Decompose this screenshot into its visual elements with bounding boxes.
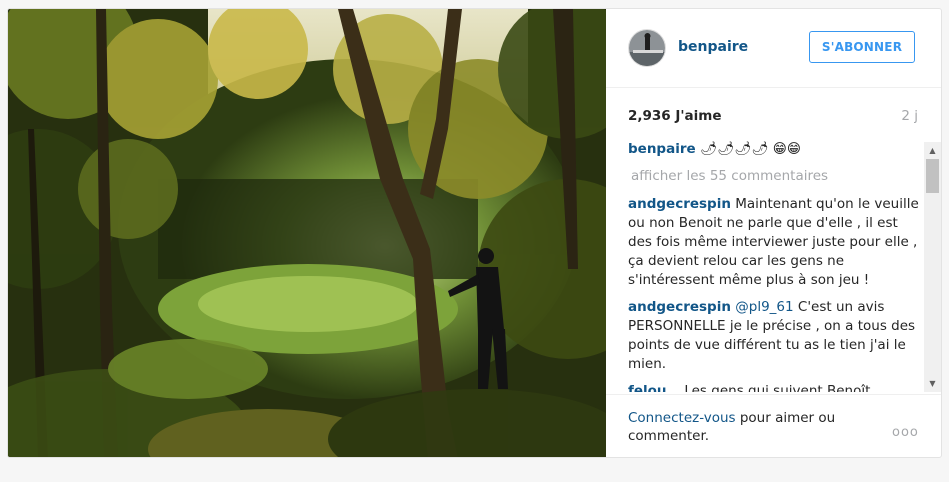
post-header: benpaire S'ABONNER [606,9,941,88]
forest-photo [8,9,606,457]
more-options-button[interactable]: ooo [892,425,919,440]
post-sidebar: benpaire S'ABONNER 2,936 J'aime 2 j benp… [606,9,941,457]
caption: benpaire 🌶🌶🌶🌶 😁😁 [628,140,924,159]
scroll-up-arrow-icon[interactable]: ▲ [924,142,941,159]
post-stats: 2,936 J'aime 2 j [628,108,918,128]
follow-button[interactable]: S'ABONNER [809,31,915,63]
comment-item: felou__ Les gens qui suivent Benoît [628,382,924,392]
comment-item: andgecrespin @pl9_61 C'est un avis PERSO… [628,298,924,374]
login-link[interactable]: Connectez-vous [628,410,736,426]
comment-username[interactable]: andgecrespin [628,299,731,315]
post-footer: Connectez-vous pour aimer ou commenter. … [606,394,941,457]
comment-mention[interactable]: @pl9_61 [735,299,793,315]
comment-text: Les gens qui suivent Benoît [684,383,871,392]
scrollbar-thumb[interactable] [926,159,939,193]
comment-username[interactable]: felou__ [628,383,680,392]
comment-username[interactable]: andgecrespin [628,196,731,212]
avatar[interactable] [628,29,666,67]
login-prompt: Connectez-vous pour aimer ou commenter. [628,409,868,445]
comment-item: andgecrespin Maintenant qu'on le veuille… [628,195,924,290]
caption-username[interactable]: benpaire [628,141,696,157]
post-photo[interactable] [8,9,606,457]
comments-list[interactable]: benpaire 🌶🌶🌶🌶 😁😁 afficher les 55 comment… [628,140,924,392]
show-more-comments-link[interactable]: afficher les 55 commentaires [631,167,924,186]
post-age[interactable]: 2 j [901,108,918,124]
avatar-image [629,30,665,66]
author-username[interactable]: benpaire [678,39,748,55]
caption-text: 🌶🌶🌶🌶 😁😁 [699,141,801,157]
scroll-down-arrow-icon[interactable]: ▼ [924,375,941,392]
likes-count[interactable]: 2,936 J'aime [628,108,722,124]
comments-scrollbar[interactable]: ▲ ▼ [924,142,941,392]
post-card: benpaire S'ABONNER 2,936 J'aime 2 j benp… [7,8,942,458]
